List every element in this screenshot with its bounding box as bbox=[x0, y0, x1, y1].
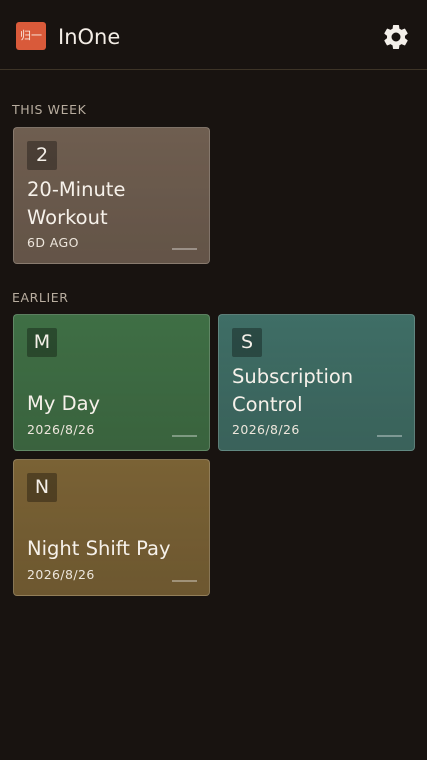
section-label-this-week: THIS WEEK bbox=[12, 102, 87, 117]
card-meta: 6D AGO bbox=[27, 235, 79, 250]
drag-handle-icon[interactable] bbox=[172, 248, 197, 250]
card-title: My Day bbox=[27, 392, 101, 415]
card-badge: S bbox=[232, 328, 262, 357]
card-my-day[interactable]: M My Day 2026/8/26 bbox=[13, 314, 210, 451]
card-subscription-control[interactable]: S Subscription Control 2026/8/26 bbox=[218, 314, 415, 451]
drag-handle-icon[interactable] bbox=[377, 435, 402, 437]
card-title: 20-Minute Workout bbox=[27, 178, 126, 229]
section-label-earlier: EARLIER bbox=[12, 290, 69, 305]
app-logo: 归一 bbox=[16, 22, 46, 50]
drag-handle-icon[interactable] bbox=[172, 580, 197, 582]
card-night-shift-pay[interactable]: N Night Shift Pay 2026/8/26 bbox=[13, 459, 210, 596]
card-20-minute-workout[interactable]: 2 20-Minute Workout 6D AGO bbox=[13, 127, 210, 264]
card-badge: N bbox=[27, 473, 57, 502]
settings-button[interactable] bbox=[381, 22, 411, 52]
app-title: InOne bbox=[58, 25, 121, 49]
card-title: Subscription Control bbox=[232, 365, 354, 416]
card-meta: 2026/8/26 bbox=[27, 422, 95, 437]
card-badge: M bbox=[27, 328, 57, 357]
drag-handle-icon[interactable] bbox=[172, 435, 197, 437]
card-title: Night Shift Pay bbox=[27, 537, 171, 560]
card-badge: 2 bbox=[27, 141, 57, 170]
card-meta: 2026/8/26 bbox=[232, 422, 300, 437]
app-header: 归一 InOne bbox=[0, 0, 427, 70]
card-meta: 2026/8/26 bbox=[27, 567, 95, 582]
gear-icon bbox=[384, 24, 408, 49]
